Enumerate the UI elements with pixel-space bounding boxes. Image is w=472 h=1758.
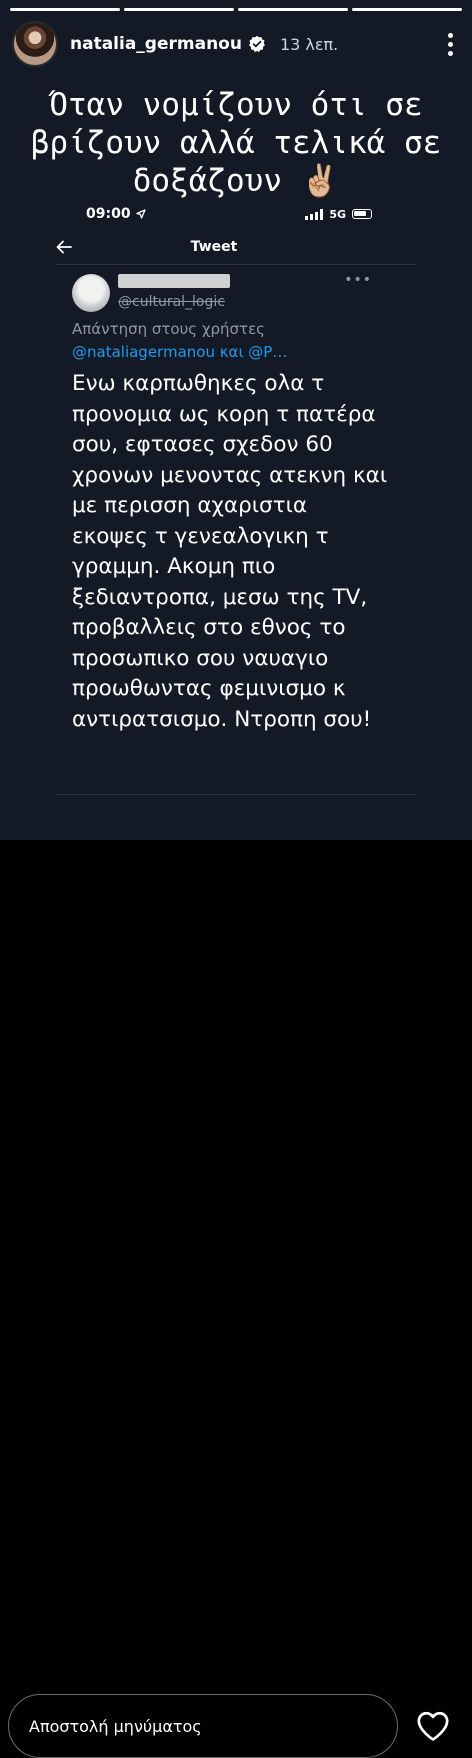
reply-to-label: Απάντηση στους χρήστες	[72, 320, 265, 338]
more-horizontal-icon: •••	[344, 272, 372, 288]
story-footer	[0, 840, 472, 1758]
heart-outline-icon[interactable]	[414, 1708, 452, 1744]
username[interactable]: natalia_germanou	[70, 34, 242, 54]
tweet-page-title: Tweet	[190, 239, 238, 255]
signal-bars-icon	[305, 208, 324, 220]
divider	[56, 794, 416, 795]
progress-segment	[124, 8, 234, 11]
more-vertical-icon[interactable]	[440, 29, 460, 59]
tweet-top-bar: Tweet	[56, 234, 372, 260]
arrow-left-icon	[56, 237, 80, 257]
tweet-handle: @cultural_logic	[118, 294, 225, 310]
verified-badge-icon	[248, 35, 266, 53]
reply-mentions: @nataliagermanou και @P…	[72, 343, 288, 361]
progress-segment	[238, 8, 348, 11]
send-message-input[interactable]	[8, 1694, 398, 1758]
story-view[interactable]: natalia_germanou 13 λεπ. Όταν νομίζουν ό…	[0, 0, 472, 840]
location-arrow-icon	[135, 209, 146, 219]
progress-segment	[10, 8, 120, 11]
progress-segment	[352, 8, 462, 11]
story-progress-bar	[10, 8, 462, 11]
story-header: natalia_germanou 13 λεπ.	[12, 21, 460, 67]
network-type: 5G	[329, 207, 346, 221]
tweet-avatar	[72, 274, 110, 312]
redacted-display-name	[118, 274, 230, 288]
story-timestamp: 13 λεπ.	[279, 34, 339, 54]
status-time: 09:00	[86, 206, 131, 222]
avatar[interactable]	[12, 21, 58, 67]
story-caption: Όταν νομίζουν ότι σε βρίζουν αλλά τελικά…	[30, 87, 442, 199]
battery-icon	[352, 209, 372, 219]
divider	[56, 264, 416, 265]
phone-status-bar: 09:00 5G	[86, 204, 372, 224]
tweet-author: @cultural_logic •••	[72, 272, 372, 318]
tweet-text: Ενω καρπωθηκες ολα τ προνομια ως κορη τ …	[72, 371, 388, 732]
